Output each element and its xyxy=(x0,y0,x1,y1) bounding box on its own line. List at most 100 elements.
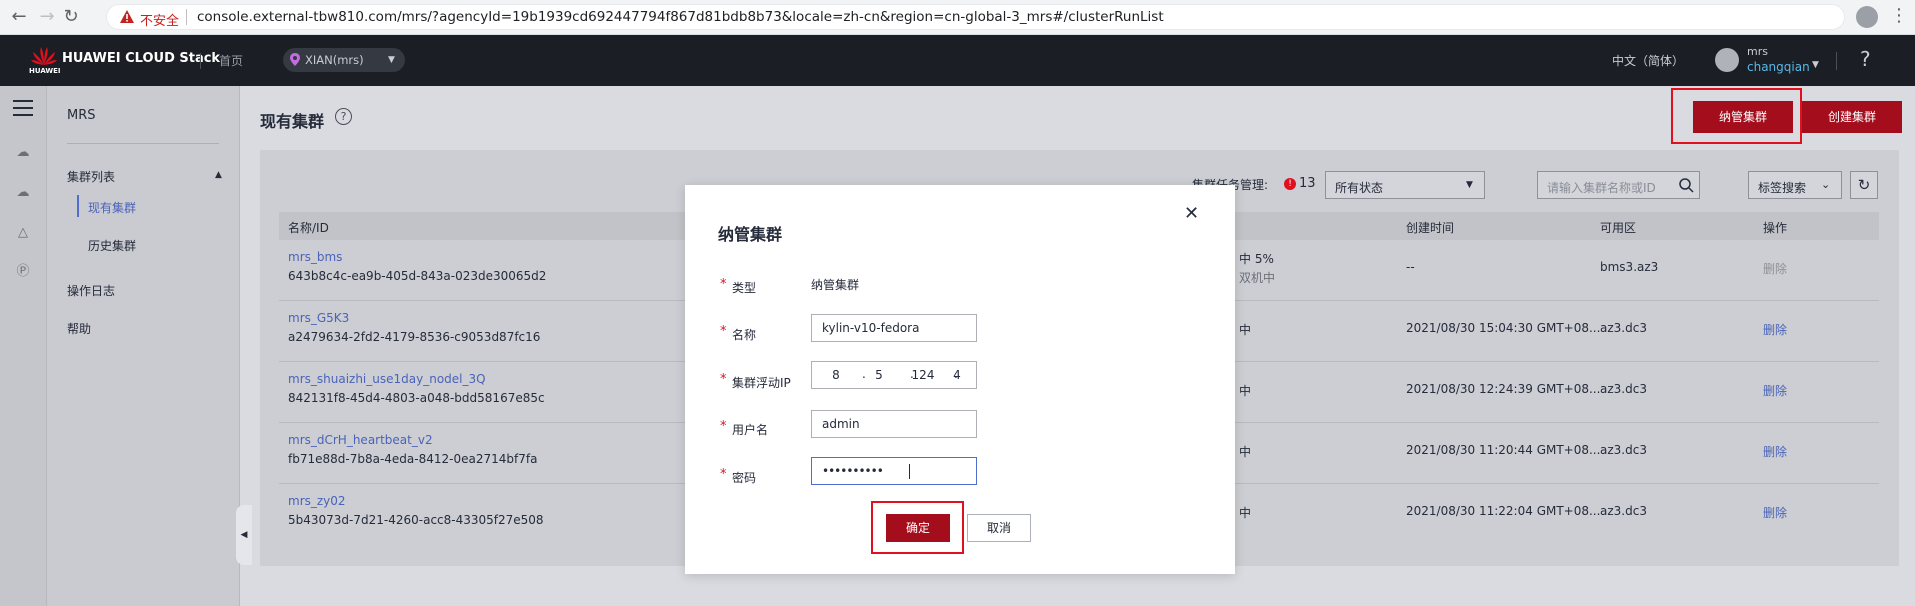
ip-octet-1[interactable]: 8 xyxy=(820,368,852,382)
cluster-id: 643b8c4c-ea9b-405d-843a-023de30065d2 xyxy=(288,269,547,283)
alert-icon: ! xyxy=(1284,178,1296,190)
username-field[interactable]: admin xyxy=(811,410,977,438)
user-caret-down-icon[interactable]: ▼ xyxy=(1812,60,1819,70)
status-filter-select[interactable]: 所有状态 ▼ xyxy=(1325,171,1485,199)
tag-search-label: 标签搜索 xyxy=(1758,181,1807,195)
sidebar-group-cluster-list[interactable]: 集群列表 xyxy=(67,168,115,185)
name-field[interactable]: kylin-v10-fedora xyxy=(811,314,977,342)
ip-octet-4[interactable]: 4 xyxy=(941,368,973,382)
sidebar-item-existing-clusters[interactable]: 现有集群 xyxy=(88,199,136,216)
browser-profile-icon[interactable] xyxy=(1856,6,1878,28)
password-field[interactable]: •••••••••• xyxy=(811,457,977,485)
username-label: 用户名 xyxy=(732,423,769,437)
ip-octet-2[interactable]: 5 xyxy=(863,368,895,382)
cluster-name-link[interactable]: mrs_G5K3 xyxy=(288,311,349,325)
cluster-id: fb71e88d-7b8a-4eda-8412-0ea2714bf7fa xyxy=(288,452,538,466)
password-label: 密码 xyxy=(732,471,757,485)
cluster-name-link[interactable]: mrs_shuaizhi_use1day_nodel_3Q xyxy=(288,372,486,386)
floating-ip-field[interactable]: 8 . 5 . 124 . 4 xyxy=(811,361,977,389)
delete-link[interactable]: 删除 xyxy=(1763,443,1787,460)
required-mark: * xyxy=(720,467,727,482)
type-label: 类型 xyxy=(732,281,757,295)
cloud-server-icon[interactable]: ☁ xyxy=(12,144,34,162)
close-icon[interactable]: ✕ xyxy=(1184,203,1199,224)
ip-octet-3[interactable]: 124 xyxy=(907,368,939,382)
avatar[interactable] xyxy=(1715,48,1739,72)
cluster-name-link[interactable]: mrs_dCrH_heartbeat_v2 xyxy=(288,433,433,447)
user-name[interactable]: mrs xyxy=(1747,45,1768,58)
column-header-created: 创建时间 xyxy=(1406,221,1455,235)
cluster-id: 842131f8-45d4-4803-a048-bdd58167e85c xyxy=(288,391,545,405)
sidebar-item-history-clusters[interactable]: 历史集群 xyxy=(88,237,136,254)
search-icon[interactable] xyxy=(1678,177,1694,193)
region-selector[interactable]: XIAN(mrs) ▼ xyxy=(283,48,405,72)
sidebar-divider xyxy=(67,143,219,144)
required-mark: * xyxy=(720,372,727,387)
column-header-name: 名称/ID xyxy=(288,221,329,235)
logo-wordmark: HUAWEI xyxy=(29,67,61,75)
required-mark: * xyxy=(720,324,727,339)
created-time: 2021/08/30 15:04:30 GMT+08... xyxy=(1406,321,1601,335)
created-time: 2021/08/30 11:20:44 GMT+08... xyxy=(1406,443,1601,457)
cluster-status: 中 xyxy=(1239,506,1252,520)
dialog-title: 纳管集群 xyxy=(718,225,783,244)
delete-link[interactable]: 删除 xyxy=(1763,260,1787,277)
caret-up-icon[interactable]: ▲ xyxy=(215,170,222,180)
console-header: HUAWEI HUAWEI CLOUD Stack 首页 XIAN(mrs) ▼… xyxy=(0,35,1915,86)
manage-cluster-button[interactable]: 纳管集群 xyxy=(1693,101,1793,133)
forward-icon[interactable]: → xyxy=(36,6,58,28)
availability-zone: bms3.az3 xyxy=(1600,260,1659,274)
confirm-button[interactable]: 确定 xyxy=(886,514,950,542)
ip-icon[interactable]: Ⓟ xyxy=(12,263,34,281)
task-count[interactable]: 13 xyxy=(1299,176,1316,191)
cloud-icon[interactable]: ☁ xyxy=(12,184,34,202)
created-time: 2021/08/30 11:22:04 GMT+08... xyxy=(1406,504,1601,518)
huawei-logo-icon[interactable] xyxy=(30,45,58,67)
delete-link[interactable]: 删除 xyxy=(1763,504,1787,521)
network-icon[interactable]: △ xyxy=(12,224,34,242)
required-mark: * xyxy=(720,419,727,434)
user-account[interactable]: changqian xyxy=(1747,60,1810,74)
double-chevron-down-icon: ⌄ xyxy=(1821,178,1831,191)
language-selector[interactable]: 中文（简体） xyxy=(1612,52,1684,69)
sidebar-collapse-icon[interactable]: ◀ xyxy=(236,505,252,565)
url-text[interactable]: console.external-tbw810.com/mrs/?agencyI… xyxy=(197,9,1164,25)
help-icon[interactable]: ? xyxy=(1860,47,1871,71)
brand-name[interactable]: HUAWEI CLOUD Stack xyxy=(62,51,220,66)
name-label: 名称 xyxy=(732,328,757,342)
cluster-status: 中 xyxy=(1239,384,1252,398)
tag-search-button[interactable]: 标签搜索 ⌄ xyxy=(1748,171,1842,199)
reload-icon[interactable]: ↻ xyxy=(60,6,82,28)
cluster-name-link[interactable]: mrs_zy02 xyxy=(288,494,346,508)
create-cluster-button[interactable]: 创建集群 xyxy=(1802,101,1902,133)
sidebar: MRS 集群列表 ▲ 现有集群 历史集群 操作日志 帮助 xyxy=(47,86,240,606)
name-field-value: kylin-v10-fedora xyxy=(822,321,920,335)
password-field-value: •••••••••• xyxy=(822,464,884,478)
delete-link[interactable]: 删除 xyxy=(1763,382,1787,399)
cluster-id: 5b43073d-7d21-4260-acc8-43305f27e508 xyxy=(288,513,544,527)
created-time: -- xyxy=(1406,260,1415,274)
delete-link[interactable]: 删除 xyxy=(1763,321,1787,338)
home-link[interactable]: 首页 xyxy=(219,52,243,69)
cluster-name-link[interactable]: mrs_bms xyxy=(288,250,342,264)
browser-menu-icon[interactable]: ⋮ xyxy=(1890,5,1908,27)
sidebar-title: MRS xyxy=(67,108,96,123)
hamburger-menu-icon[interactable] xyxy=(13,100,33,116)
cancel-button[interactable]: 取消 xyxy=(967,514,1031,542)
username-field-value: admin xyxy=(822,417,860,431)
refresh-icon[interactable]: ↻ xyxy=(1850,171,1878,199)
back-icon[interactable]: ← xyxy=(8,6,30,28)
cluster-status-detail: 双机中 xyxy=(1239,271,1276,285)
availability-zone: az3.dc3 xyxy=(1600,321,1647,335)
text-cursor xyxy=(909,464,910,479)
region-label: XIAN(mrs) xyxy=(305,53,364,67)
sidebar-item-operation-logs[interactable]: 操作日志 xyxy=(67,282,115,299)
sidebar-item-help[interactable]: 帮助 xyxy=(67,320,91,337)
question-icon[interactable]: ? xyxy=(335,108,352,125)
address-bar[interactable]: 不安全 console.external-tbw810.com/mrs/?age… xyxy=(106,4,1845,30)
search-input[interactable]: 请输入集群名称或ID xyxy=(1537,171,1700,199)
status-filter-value: 所有状态 xyxy=(1335,181,1384,195)
caret-down-icon: ▼ xyxy=(1466,180,1473,190)
browser-toolbar: ← → ↻ 不安全 console.external-tbw810.com/mr… xyxy=(0,0,1915,35)
created-time: 2021/08/30 12:24:39 GMT+08... xyxy=(1406,382,1601,396)
